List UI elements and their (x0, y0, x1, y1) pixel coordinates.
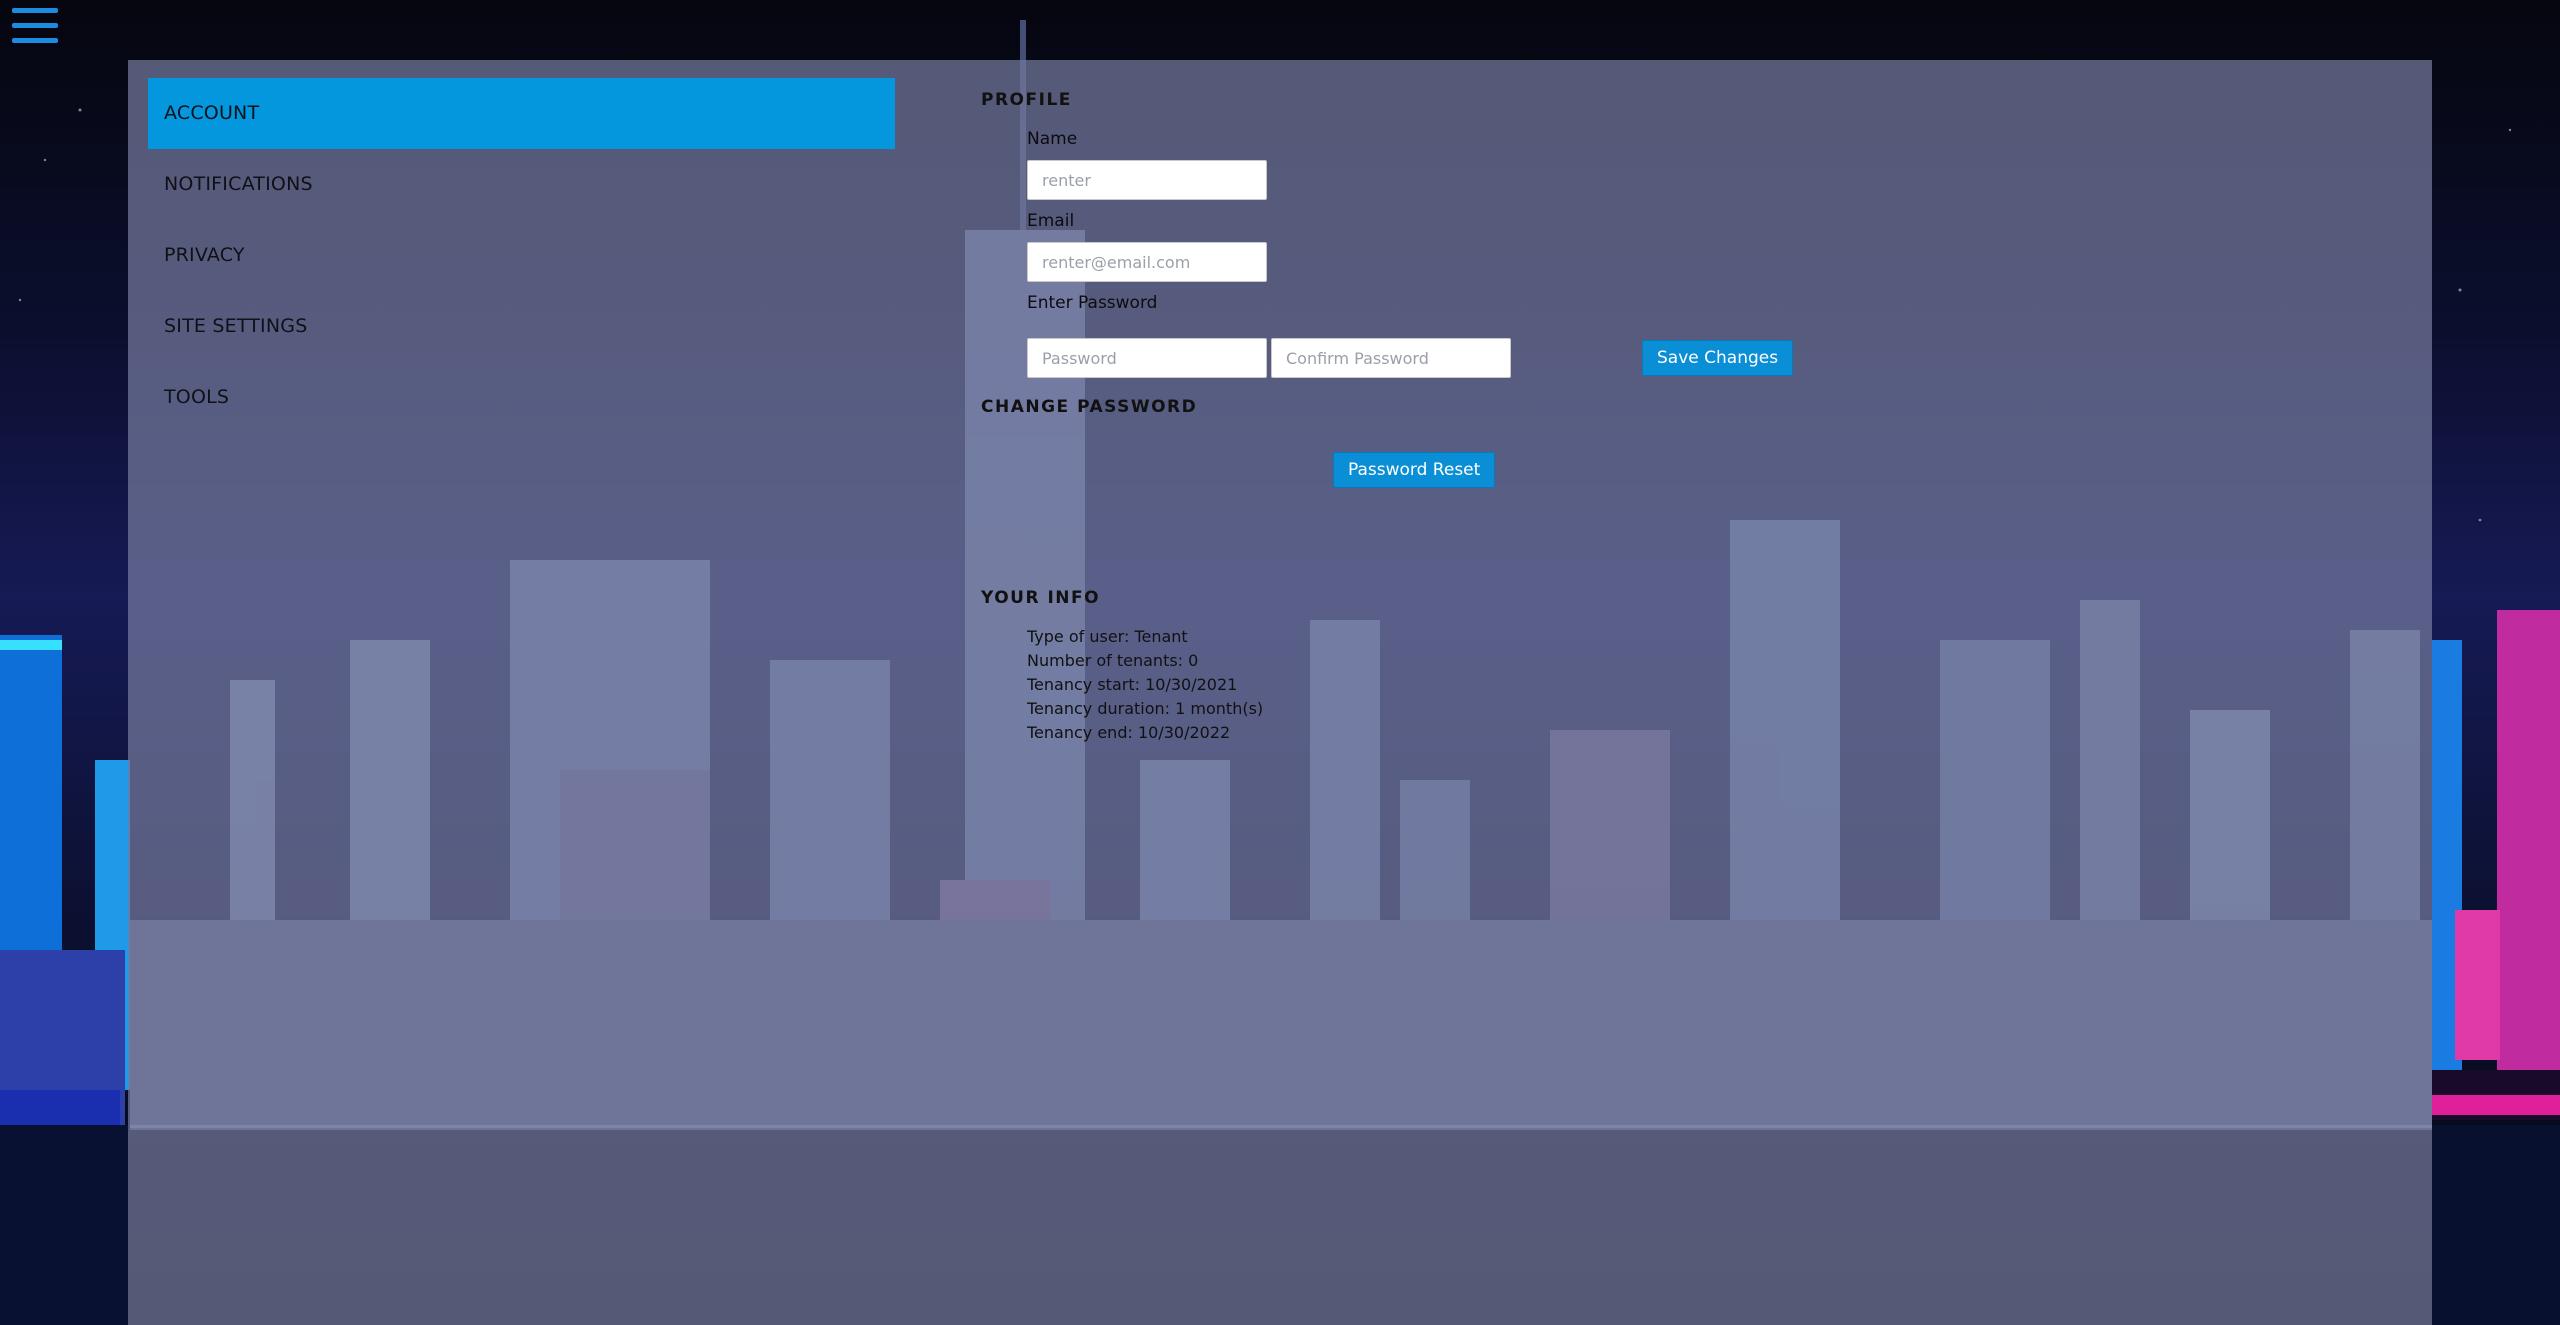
change-password-section-title: CHANGE PASSWORD (981, 397, 1198, 417)
email-input[interactable] (1027, 242, 1267, 282)
settings-panel: ACCOUNT NOTIFICATIONS PRIVACY SITE SETTI… (128, 60, 2432, 1325)
info-tenant-count: Number of tenants: 0 (1027, 651, 1199, 670)
your-info-section-title: YOUR INFO (981, 588, 1101, 608)
email-label: Email (1027, 211, 1075, 231)
settings-sidebar: ACCOUNT NOTIFICATIONS PRIVACY SITE SETTI… (148, 78, 895, 433)
info-tenancy-start: Tenancy start: 10/30/2021 (1027, 675, 1238, 694)
name-label: Name (1027, 129, 1078, 149)
sidebar-item-site-settings[interactable]: SITE SETTINGS (148, 291, 895, 362)
password-reset-button[interactable]: Password Reset (1333, 452, 1496, 488)
sidebar-item-tools[interactable]: TOOLS (148, 362, 895, 433)
save-changes-button[interactable]: Save Changes (1642, 340, 1794, 376)
sidebar-item-notifications[interactable]: NOTIFICATIONS (148, 149, 895, 220)
sidebar-item-account[interactable]: ACCOUNT (148, 78, 895, 149)
profile-section-title: PROFILE (981, 90, 1072, 110)
name-input[interactable] (1027, 160, 1267, 200)
sidebar-item-privacy[interactable]: PRIVACY (148, 220, 895, 291)
info-tenancy-duration: Tenancy duration: 1 month(s) (1027, 699, 1264, 718)
info-tenancy-end: Tenancy end: 10/30/2022 (1027, 723, 1231, 742)
password-input[interactable] (1027, 338, 1267, 378)
password-label: Enter Password (1027, 293, 1158, 313)
confirm-password-input[interactable] (1271, 338, 1511, 378)
hamburger-menu-icon[interactable] (12, 6, 58, 46)
info-user-type: Type of user: Tenant (1027, 627, 1188, 646)
